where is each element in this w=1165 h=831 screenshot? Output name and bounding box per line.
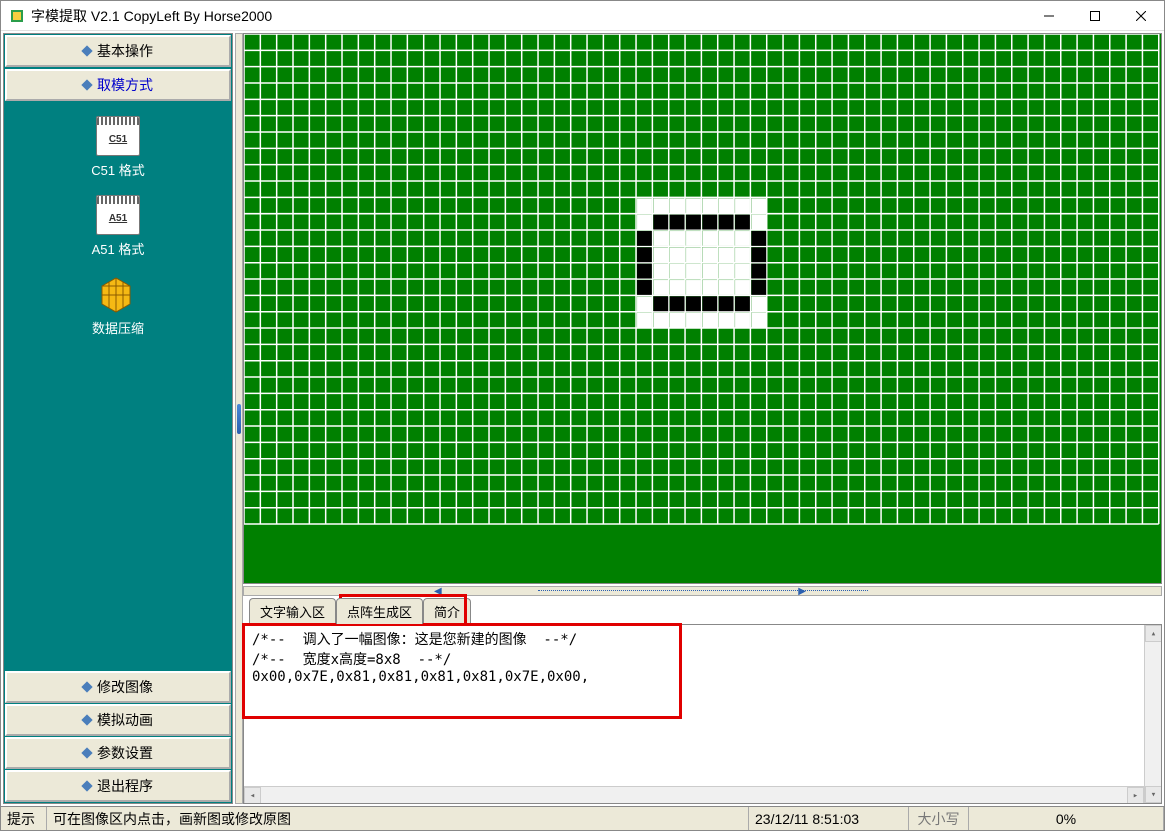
tab-text-input[interactable]: 文字输入区	[249, 598, 336, 624]
btn-label: 修改图像	[97, 677, 153, 697]
titlebar: 字模提取 V2.1 CopyLeft By Horse2000	[1, 1, 1164, 31]
scroll-left-icon[interactable]: ◂	[244, 787, 261, 803]
body-area: 基本操作 取模方式 C51 C51 格式 A51 A51 格式 数据压缩	[1, 31, 1164, 806]
btn-label: 参数设置	[97, 743, 153, 763]
sidebar: 基本操作 取模方式 C51 C51 格式 A51 A51 格式 数据压缩	[3, 33, 233, 804]
status-caps: 大小写	[909, 807, 969, 830]
sidebar-tab-mode[interactable]: 取模方式	[5, 69, 231, 101]
horizontal-scrollbar[interactable]: ◂▸	[244, 786, 1144, 803]
btn-edit-image[interactable]: 修改图像	[5, 671, 231, 703]
arrow-right-icon: ▶	[798, 586, 806, 597]
btn-label: 退出程序	[97, 776, 153, 796]
btn-exit[interactable]: 退出程序	[5, 770, 231, 802]
maximize-button[interactable]	[1072, 1, 1118, 31]
tool-label: A51 格式	[92, 239, 145, 258]
status-datetime: 23/12/11 8:51:03	[749, 807, 909, 830]
window-controls	[1026, 1, 1164, 31]
diamond-icon	[81, 780, 92, 791]
vertical-scrollbar[interactable]: ▴▾	[1144, 625, 1161, 803]
diamond-icon	[81, 747, 92, 758]
notepad-icon: A51	[96, 195, 140, 235]
sidebar-tab-label: 取模方式	[97, 75, 153, 95]
diamond-icon	[81, 45, 92, 56]
btn-params[interactable]: 参数设置	[5, 737, 231, 769]
scroll-down-icon[interactable]: ▾	[1145, 786, 1161, 803]
scroll-right-icon[interactable]: ▸	[1127, 787, 1144, 803]
tool-compress[interactable]: 数据压缩	[92, 274, 144, 337]
status-hint-label: 提示	[1, 807, 47, 830]
output-textarea[interactable]: /*-- 调入了一幅图像：这是您新建的图像 --*/ /*-- 宽度x高度=8x…	[244, 625, 1161, 803]
close-button[interactable]	[1118, 1, 1164, 31]
tool-label: C51 格式	[91, 160, 144, 179]
statusbar: 提示 可在图像区内点击，画新图或修改原图 23/12/11 8:51:03 大小…	[1, 806, 1164, 830]
tab-dot-matrix[interactable]: 点阵生成区	[336, 598, 423, 624]
output-panel: /*-- 调入了一幅图像：这是您新建的图像 --*/ /*-- 宽度x高度=8x…	[243, 624, 1162, 804]
splitter-dots	[538, 590, 868, 592]
status-hint-text: 可在图像区内点击，画新图或修改原图	[47, 807, 749, 830]
tool-a51[interactable]: A51 A51 格式	[92, 195, 145, 258]
notepad-icon: C51	[96, 116, 140, 156]
btn-label: 模拟动画	[97, 710, 153, 730]
sidebar-bottom: 修改图像 模拟动画 参数设置 退出程序	[4, 670, 232, 803]
scroll-up-icon[interactable]: ▴	[1145, 625, 1161, 642]
output-tabs: 文字输入区 点阵生成区 简介	[249, 598, 1162, 624]
pixel-grid-panel[interactable]	[243, 33, 1162, 584]
sidebar-content: C51 C51 格式 A51 A51 格式 数据压缩	[4, 102, 232, 670]
diamond-icon	[81, 714, 92, 725]
status-percent: 0%	[969, 807, 1164, 830]
arrow-left-icon: ◀	[434, 586, 442, 597]
sidebar-tab-label: 基本操作	[97, 41, 153, 61]
sidebar-tab-basic[interactable]: 基本操作	[5, 35, 231, 67]
window-title: 字模提取 V2.1 CopyLeft By Horse2000	[31, 6, 1026, 26]
vertical-splitter[interactable]	[235, 33, 243, 804]
cube-icon	[96, 274, 140, 314]
tool-label: 数据压缩	[92, 318, 144, 337]
tool-c51[interactable]: C51 C51 格式	[91, 116, 144, 179]
horizontal-splitter[interactable]: ◀ ▶	[243, 586, 1162, 596]
diamond-icon	[81, 681, 92, 692]
diamond-icon	[81, 79, 92, 90]
app-icon	[9, 8, 25, 24]
main-area: ◀ ▶ 文字输入区 点阵生成区 简介 /*-- 调入了一幅图像：这是您新建的图像…	[243, 33, 1162, 804]
tabs-container: 文字输入区 点阵生成区 简介	[243, 598, 1162, 624]
tab-about[interactable]: 简介	[423, 598, 471, 624]
pixel-grid[interactable]	[244, 34, 1161, 555]
minimize-button[interactable]	[1026, 1, 1072, 31]
app-window: 字模提取 V2.1 CopyLeft By Horse2000 基本操作 取模方…	[0, 0, 1165, 831]
btn-simulate[interactable]: 模拟动画	[5, 704, 231, 736]
